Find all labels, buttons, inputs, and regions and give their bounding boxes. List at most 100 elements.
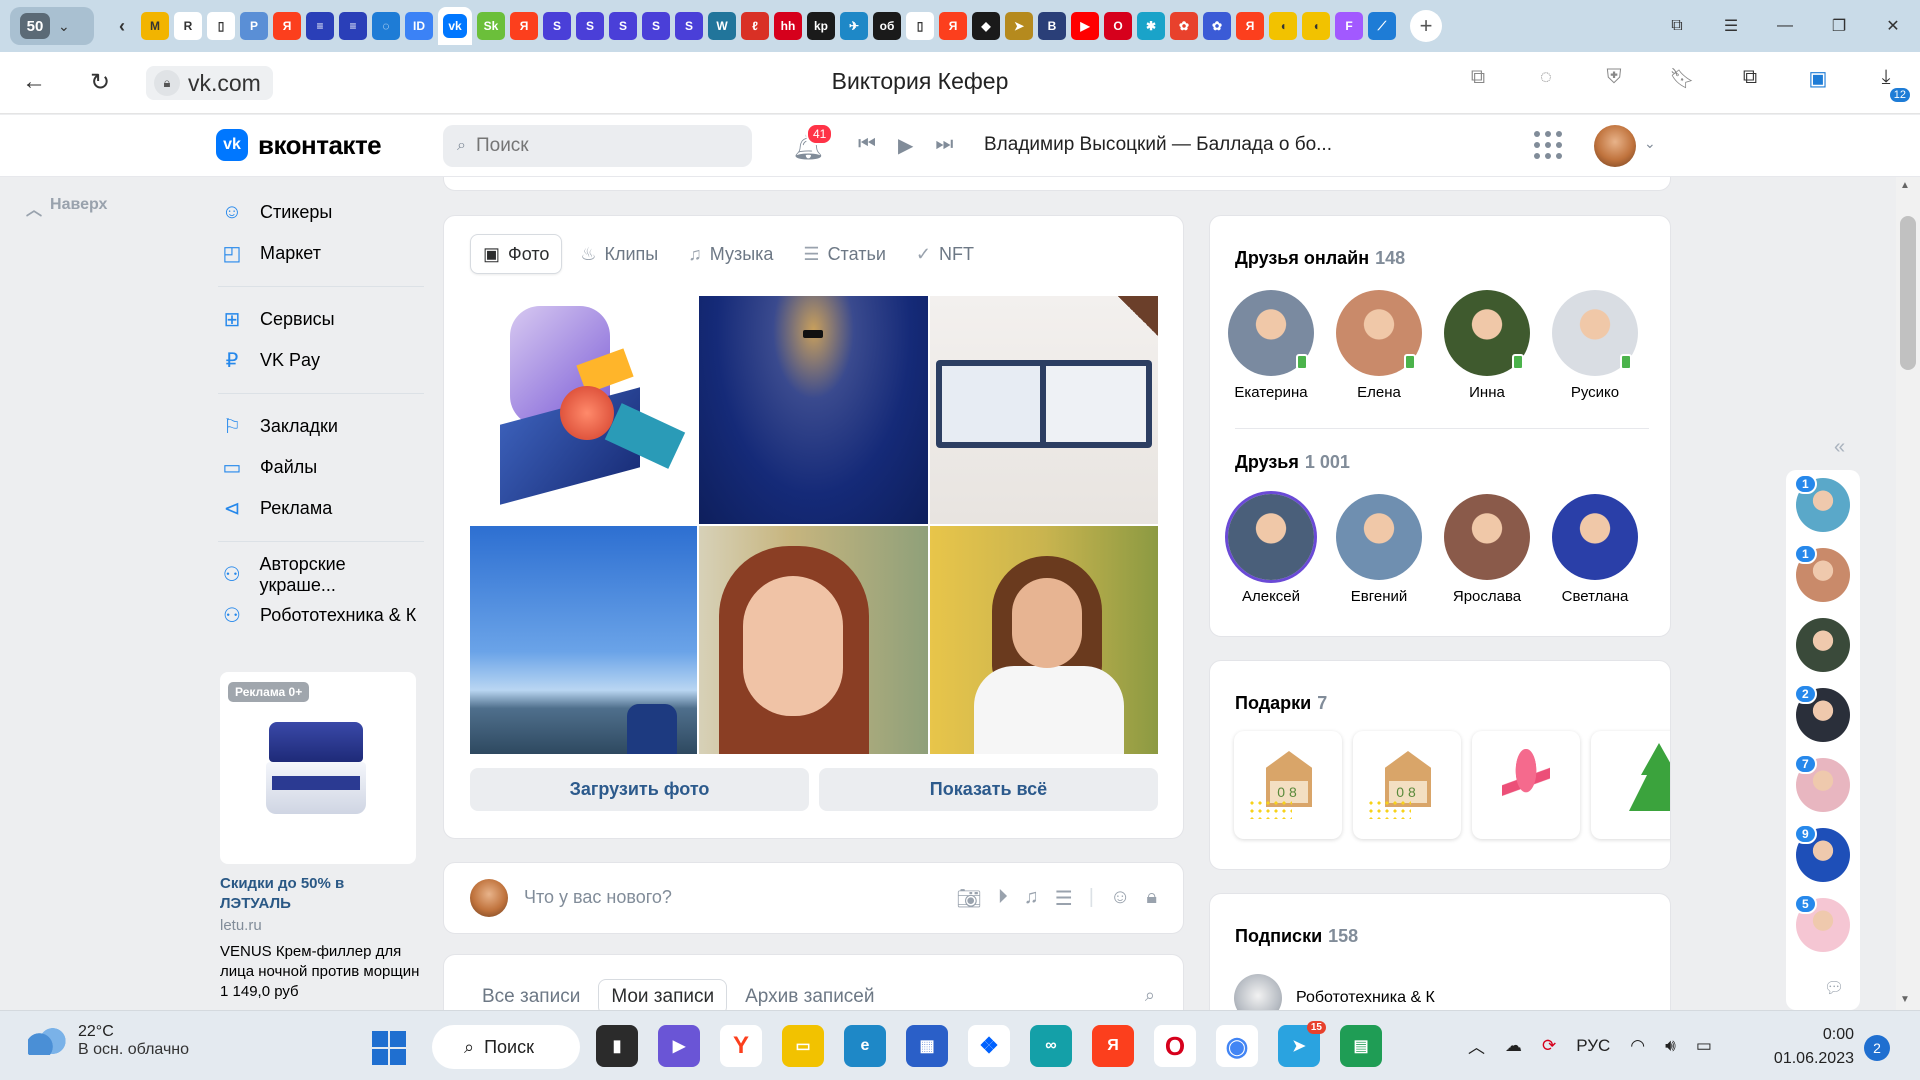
friend-item[interactable]: Евгений [1336, 494, 1422, 605]
menu-icon[interactable]: ☰ [1704, 16, 1758, 36]
gift-item[interactable]: 08 [1353, 731, 1461, 839]
tab-duck-icon[interactable]: ◖ [1302, 12, 1330, 40]
sidebar-item[interactable]: ⚇ Робототехника & К [218, 595, 424, 636]
sidebar-item[interactable]: ▭ Файлы [218, 447, 424, 488]
photo-thumbnail[interactable] [699, 296, 928, 524]
tab-send-icon[interactable]: ➤ [1005, 12, 1033, 40]
onedrive-icon[interactable]: ☁ [1505, 1036, 1522, 1056]
tab-figma-icon[interactable]: F [1335, 12, 1363, 40]
yandex-browser-icon[interactable]: Y [720, 1025, 762, 1067]
apps-grid-icon[interactable] [1534, 131, 1562, 159]
tab-yandex-icon[interactable]: Я [1236, 12, 1264, 40]
tab-flower-icon[interactable]: ✿ [1170, 12, 1198, 40]
windows-start-icon[interactable] [372, 1031, 406, 1065]
weather-widget[interactable]: 22°C В осн. облачно [28, 1023, 189, 1059]
gifts-header[interactable]: Подарки 7 [1235, 693, 1327, 714]
tab-pen-icon[interactable]: ℓ [741, 12, 769, 40]
ad-card[interactable]: Реклама 0+ [220, 672, 416, 864]
chat-bubble-icon[interactable]: 💬︎ [1824, 978, 1844, 998]
tab-vk-icon[interactable]: vk [438, 7, 472, 45]
gift-item[interactable] [1472, 731, 1580, 839]
clock[interactable]: 0:00 01.06.2023 [1764, 1023, 1854, 1071]
video-icon[interactable]: ⏵ [998, 886, 1008, 911]
notification-center-badge[interactable]: 2 [1864, 1035, 1890, 1061]
search-icon[interactable]: ⌕ [1145, 985, 1155, 1006]
photo-thumbnail[interactable] [699, 526, 928, 754]
ad-title[interactable]: Скидки до 50% в ЛЭТУАЛЬ [220, 874, 416, 914]
tab-flower-icon[interactable]: ✿ [1203, 12, 1231, 40]
previous-track-icon[interactable]: ⏮ [858, 133, 876, 158]
scroll-up-arrow-icon[interactable]: ▲ [1900, 180, 1910, 191]
tab-loader-icon[interactable]: ◌ [372, 12, 400, 40]
taskbar-search[interactable]: ⌕ Поиск [432, 1025, 580, 1069]
sync-icon[interactable]: ⟳ [1542, 1036, 1556, 1056]
sidebar-item[interactable]: ⚇ Авторские украше... [218, 554, 424, 595]
friend-item[interactable]: Елена [1336, 290, 1422, 401]
file-explorer-icon[interactable]: ▭ [782, 1025, 824, 1067]
chat-avatar[interactable]: 1 [1794, 474, 1850, 532]
meet-icon[interactable]: ▶ [658, 1025, 700, 1067]
chat-avatar[interactable]: 2 [1794, 684, 1850, 742]
tabs-panel-icon[interactable]: ⧉ [1650, 17, 1704, 35]
opera-icon[interactable]: O [1154, 1025, 1196, 1067]
friend-item[interactable]: Алексей [1228, 494, 1314, 605]
vk-search[interactable]: ⌕ [443, 125, 752, 167]
sidebar-item[interactable]: ⚐ Закладки [218, 406, 424, 447]
maximize-button[interactable]: ❐ [1812, 16, 1866, 36]
scroll-to-top[interactable]: ︿ Наверх [26, 196, 107, 220]
friends-online-header[interactable]: Друзья онлайн 148 [1235, 248, 1405, 269]
tab-diamond-icon[interactable]: ◆ [972, 12, 1000, 40]
tab-articles[interactable]: ☰ Статьи [791, 234, 897, 274]
edge-icon[interactable]: e [844, 1025, 886, 1067]
tab-yandex-icon[interactable]: Я [510, 12, 538, 40]
tab-count-button[interactable]: 50 ⌄ [10, 7, 94, 45]
yandex-icon[interactable]: Я [1092, 1025, 1134, 1067]
tab-back-icon[interactable]: ‹ [108, 12, 136, 40]
photo-thumbnail[interactable] [930, 526, 1158, 754]
chat-avatar[interactable]: 9 [1794, 824, 1850, 882]
chat-avatar[interactable] [1796, 618, 1850, 672]
task-view-icon[interactable]: ▮ [596, 1025, 638, 1067]
collapse-chats-icon[interactable]: « [1834, 436, 1845, 459]
tab-s-icon[interactable]: S [543, 12, 571, 40]
bookmark-icon[interactable]: 🔖︎ [1668, 66, 1696, 94]
tab-clips[interactable]: ♨ Клипы [568, 234, 670, 274]
collections-icon[interactable]: ⧉ [1736, 66, 1764, 94]
composer-input[interactable]: Что у вас нового? [524, 887, 672, 908]
sidebar-item[interactable]: ⊲ Реклама [218, 488, 424, 529]
tab-s-icon[interactable]: S [642, 12, 670, 40]
chat-avatar[interactable]: 7 [1794, 754, 1850, 812]
friends-header[interactable]: Друзья 1 001 [1235, 452, 1350, 473]
tab-id-icon[interactable]: ID [405, 12, 433, 40]
telegram-icon[interactable]: ➤ 15 [1278, 1021, 1326, 1067]
sticker-icon[interactable]: ☺ [1110, 886, 1130, 911]
arduino-icon[interactable]: ∞ [1030, 1025, 1072, 1067]
tab-b-icon[interactable]: B [1038, 12, 1066, 40]
tab-photo[interactable]: ▣ Фото [470, 234, 563, 274]
show-all-photos-button[interactable]: Показать всё [819, 768, 1158, 811]
chevron-down-icon[interactable]: ⌄ [1644, 135, 1656, 152]
tab-doc-icon[interactable]: ▯ [906, 12, 934, 40]
shield-icon[interactable]: ⛨ [1600, 66, 1628, 94]
sidebar-item[interactable]: ⊞ Сервисы [218, 299, 424, 340]
tab-nft[interactable]: ✓ NFT [904, 234, 986, 274]
minimize-button[interactable]: — [1758, 17, 1812, 35]
friend-item[interactable]: Русико [1552, 290, 1638, 401]
scroll-down-arrow-icon[interactable]: ▼ [1900, 994, 1910, 1005]
spreadsheet-icon[interactable]: ▤ [1340, 1025, 1382, 1067]
tab-edge-icon[interactable]: ⟋ [1368, 12, 1396, 40]
tab-flag-icon[interactable]: ≡ [339, 12, 367, 40]
vk-logo[interactable]: vk вконтакте [216, 129, 382, 161]
tab-duck-icon[interactable]: ◖ [1269, 12, 1297, 40]
tab-ob-icon[interactable]: об [873, 12, 901, 40]
lock-icon[interactable]: 🔒︎ [1146, 886, 1157, 911]
friend-item[interactable]: Инна [1444, 290, 1530, 401]
tab-gmail-icon[interactable]: M [141, 12, 169, 40]
profile-icon[interactable]: ▣ [1804, 66, 1832, 94]
tab-s-icon[interactable]: S [675, 12, 703, 40]
tab-wordpress-icon[interactable]: W [708, 12, 736, 40]
tab-yandex-icon[interactable]: Я [273, 12, 301, 40]
now-playing-title[interactable]: Владимир Высоцкий — Баллада о бо... [984, 134, 1332, 156]
play-icon[interactable]: ▶ [898, 133, 913, 158]
tab-flag-icon[interactable]: ≡ [306, 12, 334, 40]
